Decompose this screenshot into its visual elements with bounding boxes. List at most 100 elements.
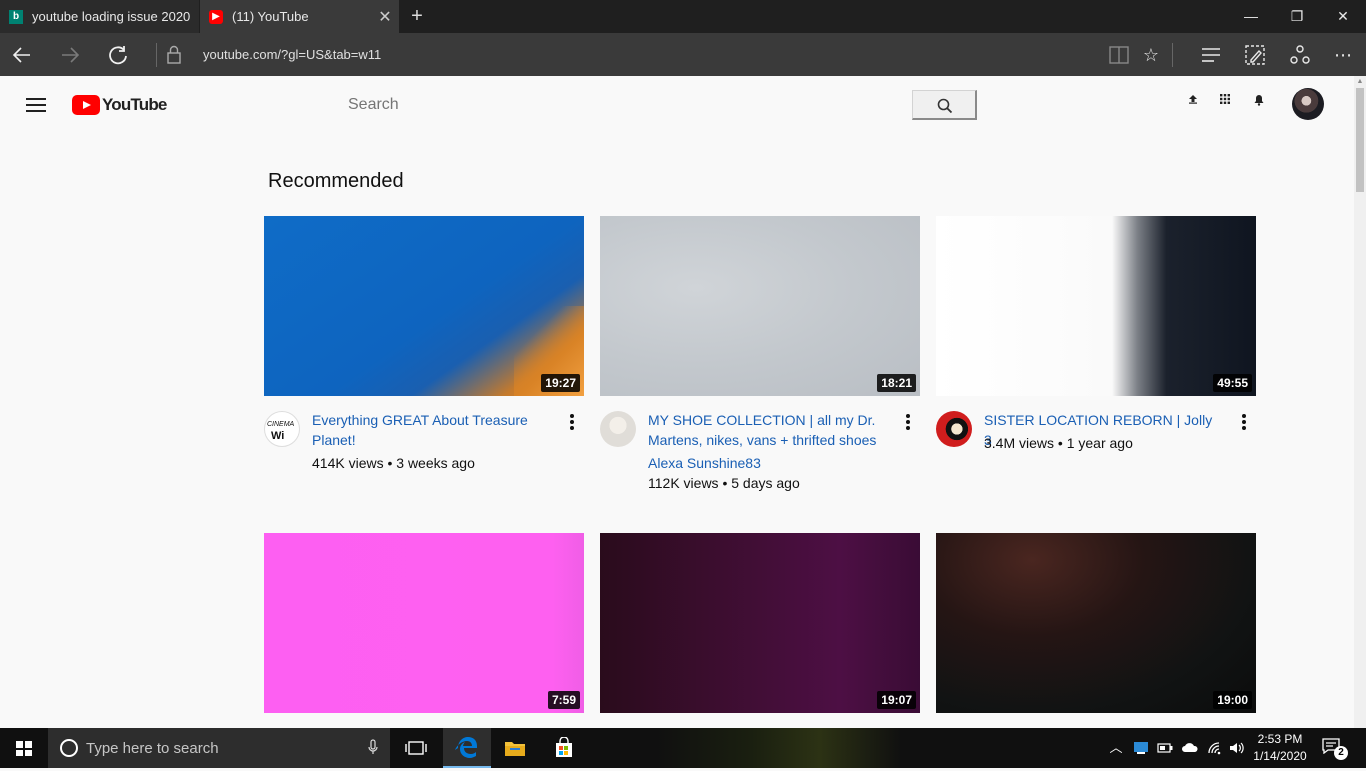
close-window-button[interactable]: ✕ bbox=[1320, 0, 1366, 33]
logo-text: YouTube bbox=[102, 95, 167, 114]
arrow-right-icon bbox=[62, 47, 80, 63]
network-settings-icon[interactable] bbox=[1130, 728, 1152, 768]
address-separator bbox=[156, 43, 157, 67]
task-view-button[interactable] bbox=[392, 728, 440, 768]
channel-name[interactable]: Alexa Sunshine83 bbox=[648, 455, 761, 471]
start-button[interactable] bbox=[0, 728, 48, 768]
scrollbar-thumb[interactable] bbox=[1356, 88, 1364, 192]
forward-button[interactable] bbox=[54, 39, 86, 71]
tab-label: (11) YouTube bbox=[232, 9, 309, 24]
channel-logo-line1: CINEMA bbox=[267, 421, 295, 428]
video-card[interactable]: 19:27 CINEMA Wi Everything GREAT About T… bbox=[264, 216, 584, 496]
tab-label: youtube loading issue 2020 bbox=[32, 9, 191, 24]
search-button[interactable] bbox=[912, 90, 977, 120]
favorite-star-icon[interactable]: ☆ bbox=[1135, 39, 1167, 71]
folder-icon bbox=[505, 742, 525, 756]
search-input[interactable] bbox=[336, 90, 913, 120]
account-avatar[interactable] bbox=[1292, 88, 1324, 120]
video-card[interactable]: 19:07 bbox=[600, 533, 920, 713]
onedrive-cloud-icon[interactable] bbox=[1178, 728, 1202, 768]
taskbar-search-placeholder: Type here to search bbox=[86, 739, 219, 757]
video-duration: 19:00 bbox=[1213, 691, 1252, 709]
web-note-icon[interactable] bbox=[1239, 39, 1271, 71]
video-menu-icon[interactable] bbox=[1236, 414, 1252, 434]
address-bar[interactable]: youtube.com/?gl=US&tab=w11 bbox=[203, 33, 381, 76]
windows-logo-icon bbox=[16, 741, 32, 756]
taskbar-search-box[interactable]: Type here to search bbox=[48, 728, 390, 768]
refresh-button[interactable] bbox=[102, 39, 134, 71]
taskbar-file-explorer[interactable] bbox=[491, 728, 539, 768]
page-scrollbar[interactable]: ▲ bbox=[1354, 76, 1366, 728]
close-tab-icon[interactable]: ✕ bbox=[371, 7, 399, 27]
task-view-icon bbox=[405, 741, 427, 755]
video-duration: 49:55 bbox=[1213, 374, 1252, 392]
video-thumbnail[interactable]: 7:59 bbox=[264, 533, 584, 713]
refresh-icon bbox=[109, 46, 127, 65]
volume-icon[interactable] bbox=[1226, 728, 1248, 768]
bing-icon: b bbox=[9, 9, 23, 24]
upload-icon[interactable] bbox=[1186, 94, 1200, 108]
youtube-logo[interactable]: YouTube bbox=[72, 95, 167, 115]
store-bag-icon bbox=[556, 737, 572, 757]
video-thumbnail[interactable]: 49:55 bbox=[936, 216, 1256, 396]
cortana-icon bbox=[60, 739, 78, 757]
video-title[interactable]: MY SHOE COLLECTION | all my Dr. Martens,… bbox=[648, 410, 884, 450]
hub-icon[interactable] bbox=[1195, 39, 1227, 71]
menu-icon[interactable] bbox=[26, 98, 46, 112]
maximize-button[interactable]: ❐ bbox=[1274, 0, 1320, 33]
video-duration: 19:07 bbox=[877, 691, 916, 709]
video-thumbnail[interactable]: 19:27 bbox=[264, 216, 584, 396]
back-button[interactable] bbox=[6, 39, 38, 71]
video-thumbnail[interactable]: 18:21 bbox=[600, 216, 920, 396]
channel-avatar[interactable]: CINEMA Wi bbox=[264, 411, 300, 447]
channel-logo-line2: Wi bbox=[271, 430, 285, 442]
clock-time: 2:53 PM bbox=[1257, 732, 1303, 746]
video-thumbnail[interactable]: 19:00 bbox=[936, 533, 1256, 713]
scroll-up-icon[interactable]: ▲ bbox=[1356, 78, 1364, 86]
system-clock[interactable]: 2:53 PM 1/14/2020 bbox=[1248, 731, 1312, 765]
clock-date: 1/14/2020 bbox=[1253, 749, 1307, 763]
toolbar-separator bbox=[1172, 43, 1173, 67]
taskbar-edge-app[interactable] bbox=[443, 728, 491, 768]
tab-youtube-loading-issue[interactable]: b youtube loading issue 2020 bbox=[0, 0, 199, 33]
video-menu-icon[interactable] bbox=[900, 414, 916, 434]
video-card[interactable]: 19:00 bbox=[936, 533, 1256, 713]
video-stats: 112K views • 5 days ago bbox=[648, 475, 800, 491]
apps-grid-icon[interactable] bbox=[1218, 94, 1232, 108]
lock-icon[interactable] bbox=[166, 45, 184, 65]
battery-icon[interactable] bbox=[1154, 728, 1176, 768]
youtube-icon: ▶ bbox=[209, 9, 223, 24]
channel-avatar[interactable] bbox=[600, 411, 636, 447]
video-stats: 3.4M views • 1 year ago bbox=[984, 435, 1133, 451]
video-thumbnail[interactable]: 19:07 bbox=[600, 533, 920, 713]
notifications-bell-icon[interactable] bbox=[1252, 94, 1266, 108]
minimize-button[interactable]: — bbox=[1228, 0, 1274, 33]
windows-taskbar: Type here to search ︿ 2:53 PM 1/14/2020 … bbox=[0, 728, 1366, 768]
youtube-page: YouTube Recommended 19:27 CINEMA Wi Ever… bbox=[0, 76, 1354, 728]
wifi-icon[interactable] bbox=[1204, 728, 1226, 768]
video-duration: 19:27 bbox=[541, 374, 580, 392]
show-hidden-icons-chevron-icon[interactable]: ︿ bbox=[1106, 728, 1126, 768]
channel-avatar[interactable] bbox=[936, 411, 972, 447]
video-duration: 18:21 bbox=[877, 374, 916, 392]
notification-count-badge: 2 bbox=[1334, 746, 1348, 760]
video-menu-icon[interactable] bbox=[564, 414, 580, 434]
video-card[interactable]: 49:55 SISTER LOCATION REBORN | Jolly 3 3… bbox=[936, 216, 1256, 496]
more-options-icon[interactable]: ⋯ bbox=[1327, 39, 1359, 71]
edge-icon bbox=[455, 737, 477, 758]
tab-youtube[interactable]: ▶ (11) YouTube ✕ bbox=[200, 0, 399, 33]
browser-nav-bar: youtube.com/?gl=US&tab=w11 ☆ ⋯ bbox=[0, 33, 1366, 76]
youtube-play-icon bbox=[72, 95, 100, 115]
reading-view-icon[interactable] bbox=[1103, 39, 1135, 71]
video-title[interactable]: Everything GREAT About Treasure Planet! bbox=[312, 410, 548, 450]
taskbar-store[interactable] bbox=[540, 728, 588, 768]
section-title: Recommended bbox=[268, 170, 404, 192]
action-center-button[interactable]: 2 bbox=[1322, 738, 1348, 760]
share-icon[interactable] bbox=[1284, 39, 1316, 71]
new-tab-button[interactable]: + bbox=[405, 4, 429, 28]
video-stats: 414K views • 3 weeks ago bbox=[312, 455, 475, 471]
video-card[interactable]: 7:59 bbox=[264, 533, 584, 713]
browser-tab-bar: b youtube loading issue 2020 ▶ (11) YouT… bbox=[0, 0, 1366, 33]
microphone-icon[interactable] bbox=[368, 739, 378, 758]
video-card[interactable]: 18:21 MY SHOE COLLECTION | all my Dr. Ma… bbox=[600, 216, 920, 496]
